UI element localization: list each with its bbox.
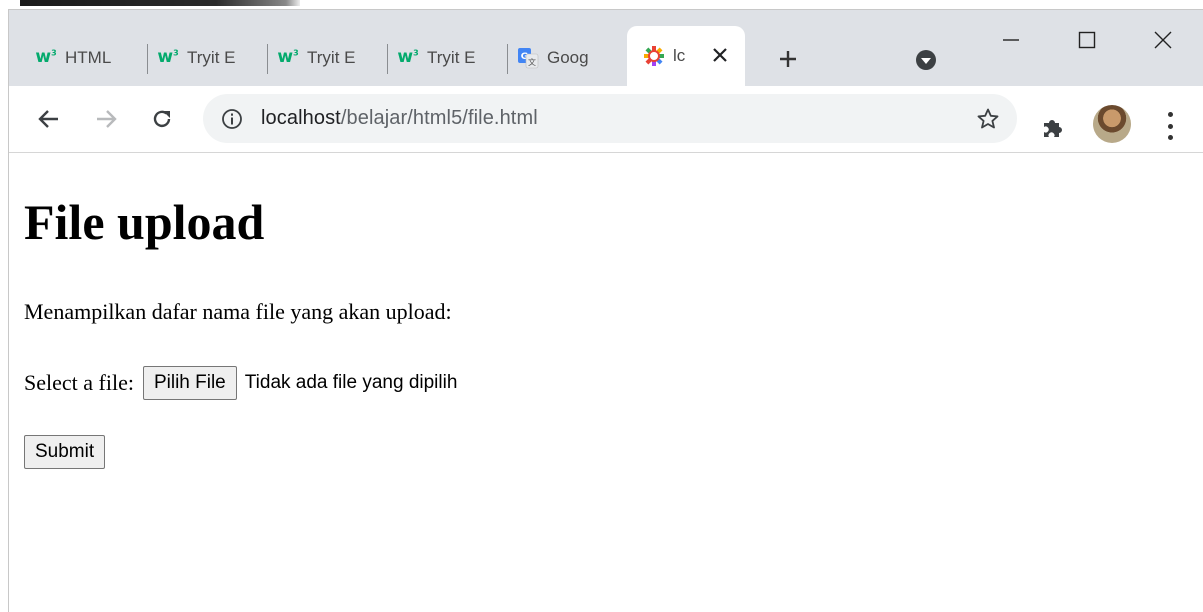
more-menu-icon[interactable] bbox=[1160, 112, 1180, 140]
file-label: Select a file: bbox=[24, 370, 134, 395]
tab-active[interactable]: lc bbox=[627, 26, 745, 86]
minimize-icon[interactable] bbox=[987, 22, 1035, 58]
back-icon[interactable] bbox=[34, 104, 64, 134]
address-bar[interactable]: localhost/belajar/html5/file.html bbox=[203, 94, 1017, 143]
w3schools-icon: w3 bbox=[35, 47, 57, 67]
google-translate-icon: G 文 bbox=[517, 47, 539, 69]
w3schools-icon: w3 bbox=[157, 47, 179, 67]
tab-search-icon[interactable] bbox=[915, 49, 937, 71]
tab-tryit-3[interactable]: w3 Tryit E bbox=[375, 37, 507, 78]
forward-icon[interactable] bbox=[91, 104, 121, 134]
tab-label: Goog bbox=[547, 47, 589, 67]
info-icon[interactable] bbox=[221, 108, 243, 130]
page-content: File upload Menampilkan dafar nama file … bbox=[24, 153, 1194, 611]
tab-label: Tryit E bbox=[427, 47, 476, 67]
close-tab-icon[interactable] bbox=[709, 44, 731, 66]
reload-icon[interactable] bbox=[147, 104, 177, 134]
browser-window: w3 HTML w3 Tryit E w3 Tryit E w3 Tryit E… bbox=[8, 9, 1203, 612]
url-path: /belajar/html5/file.html bbox=[340, 107, 538, 129]
background-scribble bbox=[20, 0, 300, 6]
desktop-strip bbox=[0, 0, 1203, 9]
page-title: File upload bbox=[24, 194, 265, 250]
tab-google[interactable]: G 文 Goog bbox=[495, 37, 633, 78]
browser-toolbar: localhost/belajar/html5/file.html bbox=[9, 86, 1203, 153]
tab-tryit-2[interactable]: w3 Tryit E bbox=[255, 37, 387, 78]
tab-label: lc bbox=[673, 46, 686, 65]
profile-avatar[interactable] bbox=[1093, 105, 1131, 143]
url-host: localhost bbox=[261, 107, 341, 129]
colorful-gear-icon bbox=[643, 45, 665, 67]
intro-text: Menampilkan dafar nama file yang akan up… bbox=[24, 299, 452, 324]
new-tab-button[interactable] bbox=[773, 44, 803, 74]
file-status-text: Tidak ada file yang dipilih bbox=[244, 372, 458, 393]
tab-label: Tryit E bbox=[187, 47, 236, 67]
tab-tryit-1[interactable]: w3 Tryit E bbox=[135, 37, 267, 78]
maximize-icon[interactable] bbox=[1063, 22, 1111, 58]
close-window-icon[interactable] bbox=[1139, 22, 1187, 58]
svg-text:文: 文 bbox=[528, 57, 536, 67]
submit-button[interactable]: Submit bbox=[24, 435, 106, 469]
choose-file-button[interactable]: Pilih File bbox=[142, 366, 237, 400]
submit-wrapper: Submit bbox=[24, 435, 106, 469]
tab-label: HTML bbox=[65, 47, 112, 67]
extensions-puzzle-icon[interactable] bbox=[1040, 114, 1066, 140]
w3schools-icon: w3 bbox=[277, 47, 299, 67]
url-text[interactable]: localhost/belajar/html5/file.html bbox=[261, 107, 538, 130]
bookmark-star-icon[interactable] bbox=[975, 106, 1001, 132]
tab-strip: w3 HTML w3 Tryit E w3 Tryit E w3 Tryit E… bbox=[9, 10, 1203, 86]
file-field-row: Select a file: Pilih File Tidak ada file… bbox=[24, 366, 457, 400]
tab-html[interactable]: w3 HTML bbox=[13, 37, 147, 78]
tab-label: Tryit E bbox=[307, 47, 356, 67]
w3schools-icon: w3 bbox=[397, 47, 419, 67]
